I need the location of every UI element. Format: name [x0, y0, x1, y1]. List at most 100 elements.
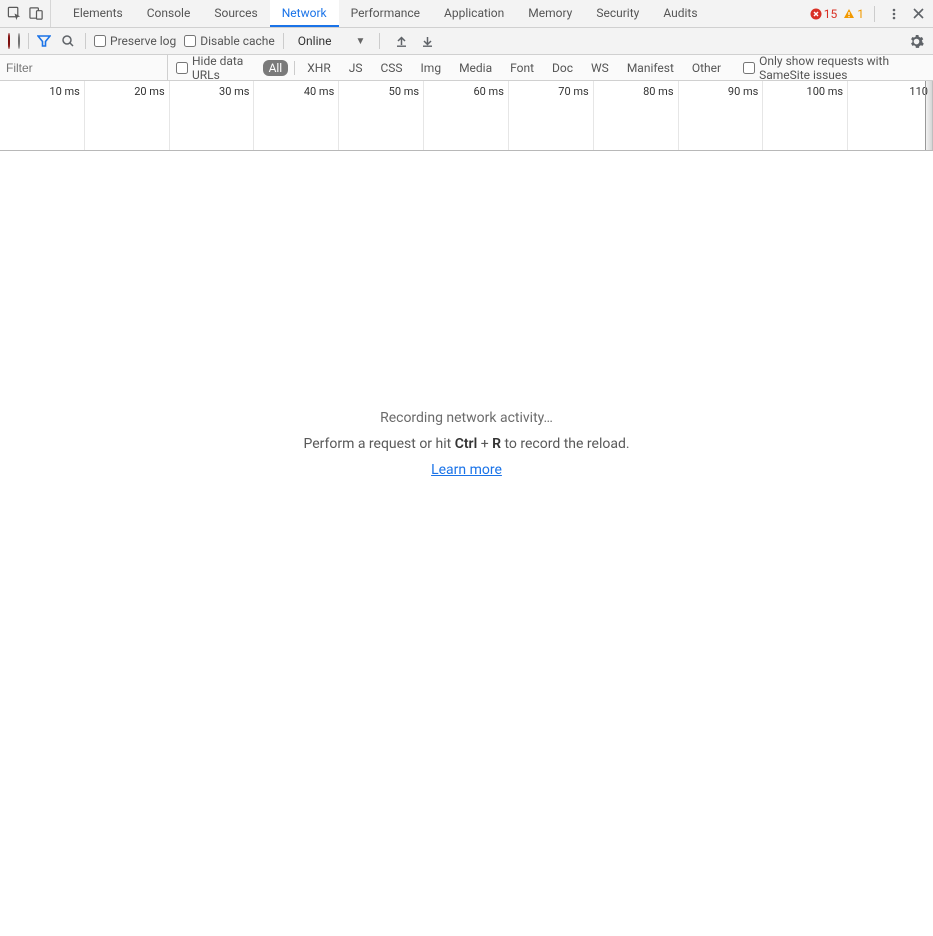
ruler-tick: 110	[848, 81, 933, 150]
error-icon	[810, 8, 822, 20]
ruler-label: 10 ms	[49, 85, 79, 98]
ruler-label: 60 ms	[473, 85, 503, 98]
disable-cache-checkbox[interactable]: Disable cache	[184, 34, 275, 48]
filter-type-other[interactable]: Other	[686, 60, 727, 76]
filter-type-img[interactable]: Img	[415, 60, 448, 76]
throttling-dropdown[interactable]: Online ▼	[292, 34, 372, 48]
ruler-label: 30 ms	[219, 85, 249, 98]
ruler-label: 80 ms	[643, 85, 673, 98]
empty-plus: +	[477, 436, 492, 452]
filter-type-font[interactable]: Font	[504, 60, 540, 76]
import-har-icon[interactable]	[392, 32, 410, 50]
ruler-tick: 80 ms	[594, 81, 679, 150]
empty-sub-pre: Perform a request or hit	[303, 436, 454, 452]
warning-count: 1	[857, 7, 864, 21]
close-devtools-icon[interactable]	[909, 5, 927, 23]
search-icon[interactable]	[59, 32, 77, 50]
filter-input[interactable]	[0, 55, 168, 80]
tab-audits[interactable]: Audits	[651, 0, 709, 27]
tab-memory[interactable]: Memory	[516, 0, 584, 27]
filter-type-css[interactable]: CSS	[374, 60, 408, 76]
filter-type-media[interactable]: Media	[453, 60, 498, 76]
ruler-tick: 60 ms	[424, 81, 509, 150]
network-toolbar: Preserve log Disable cache Online ▼	[0, 28, 933, 55]
filter-type-all[interactable]: All	[263, 60, 289, 76]
record-icon	[8, 33, 10, 49]
tab-network[interactable]: Network	[270, 0, 339, 27]
preserve-log-input[interactable]	[94, 35, 106, 47]
filter-toggle-icon[interactable]	[37, 34, 51, 48]
learn-more-link[interactable]: Learn more	[431, 462, 502, 478]
empty-state: Recording network activity… Perform a re…	[0, 151, 933, 936]
tab-performance[interactable]: Performance	[339, 0, 432, 27]
ruler-tick: 40 ms	[254, 81, 339, 150]
error-count-badge[interactable]: 15	[810, 7, 838, 21]
empty-title: Recording network activity…	[380, 410, 553, 426]
tab-application[interactable]: Application	[432, 0, 516, 27]
ruler-tick: 70 ms	[509, 81, 594, 150]
samesite-label: Only show requests with SameSite issues	[759, 54, 933, 82]
filter-type-ws[interactable]: WS	[585, 60, 615, 76]
ruler-tick: 100 ms	[763, 81, 848, 150]
ruler-tick: 20 ms	[85, 81, 170, 150]
ruler-label: 40 ms	[304, 85, 334, 98]
tab-security[interactable]: Security	[584, 0, 651, 27]
empty-key1: Ctrl	[455, 436, 478, 452]
samesite-input[interactable]	[743, 62, 755, 74]
device-toggle-icon[interactable]	[28, 6, 44, 22]
ruler-tick: 10 ms	[0, 81, 85, 150]
devtools-tabbar: ElementsConsoleSourcesNetworkPerformance…	[0, 0, 933, 28]
ruler-label: 20 ms	[134, 85, 164, 98]
tab-sources[interactable]: Sources	[202, 0, 269, 27]
timeline-ruler[interactable]: 10 ms 20 ms 30 ms 40 ms 50 ms 60 ms 70 ms 80 ms…	[0, 81, 933, 151]
separator	[294, 61, 295, 75]
ruler-label: 100 ms	[807, 85, 844, 98]
filter-type-xhr[interactable]: XHR	[301, 60, 336, 76]
settings-gear-icon[interactable]	[907, 32, 925, 50]
samesite-checkbox[interactable]: Only show requests with SameSite issues	[743, 54, 933, 82]
filter-type-manifest[interactable]: Manifest	[621, 60, 680, 76]
inspect-element-icon[interactable]	[6, 6, 22, 22]
preserve-log-label: Preserve log	[110, 34, 176, 48]
clear-icon	[18, 33, 20, 49]
kebab-menu-icon[interactable]	[885, 5, 903, 23]
separator	[379, 33, 380, 49]
tab-elements[interactable]: Elements	[61, 0, 135, 27]
empty-sub-post: to record the reload.	[501, 436, 630, 452]
ruler-scroll-edge[interactable]	[925, 81, 933, 150]
preserve-log-checkbox[interactable]: Preserve log	[94, 34, 176, 48]
tabbar-right: 15 1	[810, 5, 927, 23]
separator	[28, 33, 29, 49]
filter-type-doc[interactable]: Doc	[546, 60, 579, 76]
ruler-tick: 90 ms	[679, 81, 764, 150]
record-button[interactable]	[8, 34, 10, 48]
ruler-label: 90 ms	[728, 85, 758, 98]
warning-icon	[843, 8, 855, 20]
request-type-filters: All XHR JS CSS Img Media Font Doc WS Manifest Othe…	[263, 60, 728, 76]
separator	[85, 33, 86, 49]
tab-console[interactable]: Console	[135, 0, 203, 27]
filter-type-js[interactable]: JS	[343, 60, 369, 76]
ruler-label: 70 ms	[558, 85, 588, 98]
hide-data-urls-label: Hide data URLs	[192, 54, 255, 82]
disable-cache-label: Disable cache	[200, 34, 275, 48]
ruler-label: 50 ms	[389, 85, 419, 98]
disable-cache-input[interactable]	[184, 35, 196, 47]
clear-button[interactable]	[18, 34, 20, 48]
hide-data-urls-checkbox[interactable]: Hide data URLs	[176, 54, 255, 82]
har-buttons	[388, 32, 436, 50]
export-har-icon[interactable]	[418, 32, 436, 50]
empty-key2: R	[492, 436, 501, 452]
error-count: 15	[824, 7, 838, 21]
throttling-value: Online	[298, 34, 332, 48]
separator	[874, 6, 875, 22]
ruler-tick: 50 ms	[339, 81, 424, 150]
network-filterbar: Hide data URLs All XHR JS CSS Img Media Font Do…	[0, 55, 933, 81]
ruler-tick: 30 ms	[170, 81, 255, 150]
panel-tabs: ElementsConsoleSourcesNetworkPerformance…	[61, 0, 710, 27]
warning-count-badge[interactable]: 1	[843, 7, 864, 21]
tabbar-left-icons	[6, 0, 51, 27]
separator	[283, 33, 284, 49]
hide-data-urls-input[interactable]	[176, 62, 188, 74]
empty-subtitle: Perform a request or hit Ctrl + R to rec…	[303, 436, 629, 452]
